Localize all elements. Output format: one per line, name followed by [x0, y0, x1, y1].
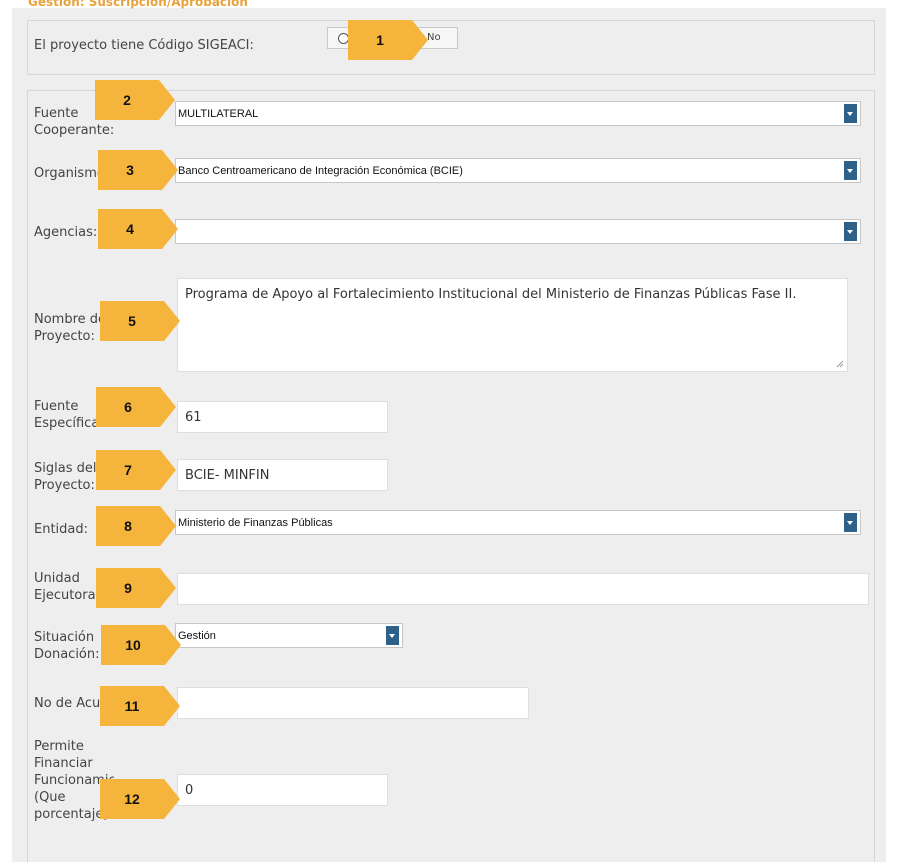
fuente-especifica-input[interactable]: 61 — [177, 401, 388, 433]
callout-marker: 5 — [100, 301, 180, 341]
unidad-ejecutora-label: Unidad Ejecutora: — [34, 571, 100, 603]
organismo-value: Banco Centroamericano de Integración Eco… — [178, 165, 463, 177]
nombre-proyecto-textarea[interactable]: Programa de Apoyo al Fortalecimiento Ins… — [177, 278, 848, 372]
chevron-down-icon[interactable] — [844, 513, 857, 532]
callout-marker: 7 — [96, 450, 176, 490]
chevron-down-icon[interactable] — [844, 104, 857, 123]
agencias-select[interactable] — [175, 219, 861, 244]
siglas-proyecto-label: Siglas del Proyecto: — [34, 461, 97, 493]
resize-grip-icon[interactable] — [836, 360, 844, 368]
unidad-ejecutora-input[interactable] — [177, 573, 869, 605]
permite-financiar-input[interactable]: 0 — [177, 774, 388, 806]
sigeaci-question: El proyecto tiene Código SIGEACI: — [34, 38, 254, 53]
callout-marker: 6 — [96, 387, 176, 427]
entidad-select[interactable]: Ministerio de Finanzas Públicas — [175, 510, 861, 535]
agencias-label: Agencias: — [34, 225, 98, 240]
chevron-down-icon[interactable] — [386, 626, 399, 645]
situacion-donacion-label: Situación Donación: — [34, 630, 100, 662]
fuente-cooperante-select[interactable]: MULTILATERAL — [175, 101, 861, 126]
situacion-donacion-select[interactable]: Gestión — [175, 623, 403, 648]
callout-marker: 2 — [95, 80, 175, 120]
radio-no-label: No — [427, 32, 441, 43]
callout-marker: 4 — [98, 209, 178, 249]
fuente-cooperante-value: MULTILATERAL — [178, 108, 259, 120]
siglas-proyecto-input[interactable]: BCIE- MINFIN — [177, 459, 388, 491]
siglas-proyecto-value: BCIE- MINFIN — [185, 468, 270, 483]
nombre-proyecto-value: Programa de Apoyo al Fortalecimiento Ins… — [185, 287, 797, 302]
chevron-down-icon[interactable] — [844, 161, 857, 180]
callout-marker: 11 — [100, 686, 180, 726]
fuente-especifica-label: Fuente Específica: — [34, 399, 104, 431]
no-acuerdo-input[interactable] — [177, 687, 529, 719]
callout-marker: 10 — [101, 625, 181, 665]
chevron-down-icon[interactable] — [844, 222, 857, 241]
callout-marker: 12 — [100, 779, 180, 819]
callout-marker: 9 — [96, 568, 176, 608]
organismo-select[interactable]: Banco Centroamericano de Integración Eco… — [175, 158, 861, 183]
entidad-value: Ministerio de Finanzas Públicas — [178, 517, 333, 529]
section-title: Gestión: Suscripción/Aprobación — [28, 0, 248, 9]
callout-marker: 8 — [96, 506, 176, 546]
permite-financiar-value: 0 — [185, 783, 194, 798]
situacion-donacion-value: Gestión — [178, 630, 216, 642]
callout-marker: 3 — [98, 150, 178, 190]
fuente-especifica-value: 61 — [185, 410, 202, 425]
entidad-label: Entidad: — [34, 522, 89, 537]
callout-marker: 1 — [348, 20, 428, 60]
nombre-proyecto-label: Nombre del Proyecto: — [34, 312, 110, 344]
